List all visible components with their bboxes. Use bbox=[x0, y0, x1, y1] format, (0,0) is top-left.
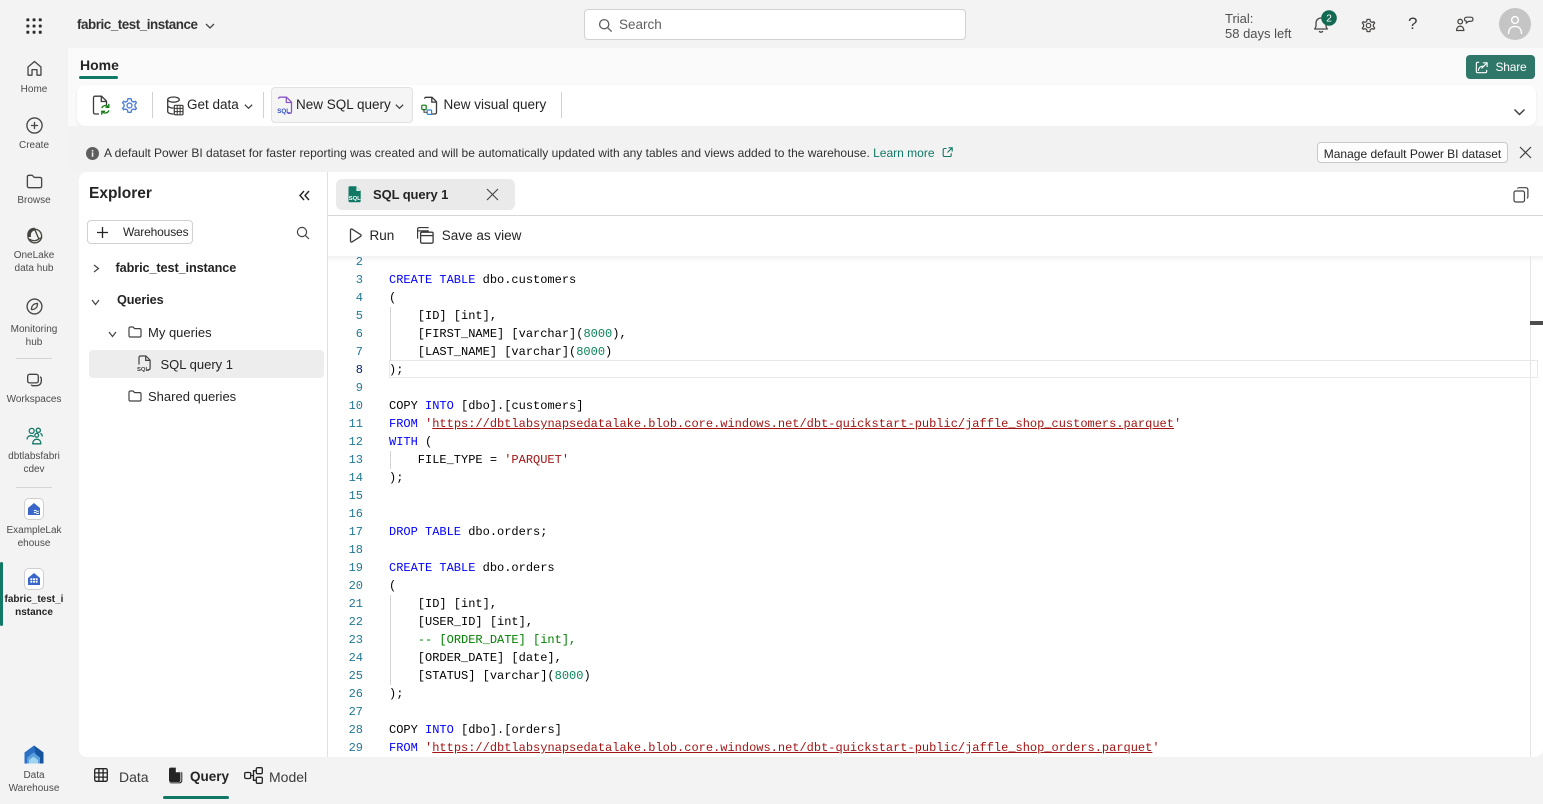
svg-text:SQL: SQL bbox=[277, 108, 290, 115]
svg-text:2: 2 bbox=[1326, 14, 1332, 25]
svg-text:SQL: SQL bbox=[349, 196, 361, 202]
svg-text:SQL: SQL bbox=[137, 367, 150, 372]
